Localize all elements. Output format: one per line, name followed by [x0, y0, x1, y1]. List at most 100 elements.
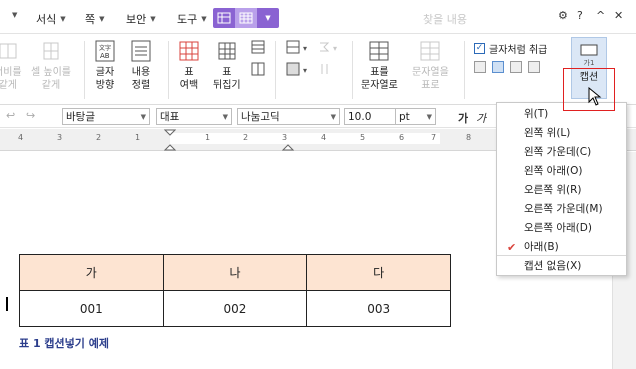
wrap-top-bottom-icon[interactable] — [492, 61, 504, 73]
divider — [352, 41, 353, 99]
menu-item-right-bottom[interactable]: 오른쪽 아래(D) — [497, 219, 626, 238]
help-icon[interactable]: ? — [577, 9, 583, 22]
menu-item-label: 아래(B) — [524, 241, 559, 253]
equal-width-button[interactable]: 너비를 같게 — [0, 39, 22, 92]
menu-item-left-center[interactable]: 왼쪽 가운데(C) — [497, 143, 626, 162]
table-cell[interactable]: 003 — [306, 290, 451, 327]
menu-item-label: 위(T) — [524, 108, 549, 120]
table-tab-dropdown[interactable]: ▼ — [257, 8, 279, 28]
menu-item-right-top[interactable]: 오른쪽 위(R) — [497, 181, 626, 200]
settings-icon[interactable]: ⚙ — [558, 9, 568, 22]
cell-merge-button[interactable]: ▾ — [285, 61, 315, 80]
table-tab-group: ▼ — [213, 8, 279, 28]
menu-label: 보안 — [126, 13, 147, 26]
ruler-number: 2 — [96, 133, 102, 142]
chevron-down-icon: ▼ — [12, 11, 18, 19]
unit-value: pt — [399, 110, 410, 123]
table-flip-icon — [215, 39, 239, 63]
menu-item-right-center[interactable]: 오른쪽 가운데(M) — [497, 200, 626, 219]
svg-text:AB: AB — [100, 52, 110, 60]
caption-icon-text: 가1 — [583, 59, 595, 67]
wrap-front-icon[interactable] — [510, 61, 522, 73]
font-select[interactable]: 나눔고딕 ▼ — [237, 108, 340, 125]
treat-as-char-checkbox[interactable]: ✓ 글자처럼 취급 — [474, 41, 547, 56]
table-cell[interactable]: 002 — [162, 290, 308, 327]
cell-merge-icon: ▾ — [285, 61, 315, 77]
undo-icon[interactable]: ↩ — [6, 109, 15, 122]
table-cell[interactable]: 001 — [19, 290, 164, 327]
menu-label: 도구 — [177, 13, 198, 26]
delete-row-button[interactable] — [250, 61, 266, 80]
font-category-select[interactable]: 대표 ▼ — [156, 108, 232, 125]
menu-item-prev[interactable]: ▼ — [12, 11, 17, 19]
wrap-options — [474, 61, 540, 73]
redo-icon[interactable]: ↪ — [26, 109, 35, 122]
menu-item-label: 오른쪽 아래(D) — [524, 222, 592, 234]
table-caption[interactable]: 표 1 캡션넣기 예제 — [19, 335, 109, 351]
chevron-down-icon: ▼ — [426, 112, 432, 121]
button-label: 내용 — [131, 67, 151, 78]
table-margin-icon — [177, 39, 201, 63]
formula-button[interactable]: ▾ — [316, 39, 346, 58]
wrap-behind-icon[interactable] — [528, 61, 540, 73]
bold-button[interactable]: 가 — [458, 110, 468, 126]
menu-bar: ▼ 서식 ▼ 쪽 ▼ 보안 ▼ 도구 ▼ ▼ 찾을 내용 ⚙ ? ^ ✕ — [0, 0, 636, 34]
ruler-number: 3 — [57, 133, 63, 142]
font-size-input[interactable]: 10.0 — [344, 108, 396, 125]
chevron-down-icon: ▼ — [140, 112, 146, 121]
menu-label: 쪽 — [85, 13, 96, 26]
insert-row-button[interactable] — [250, 39, 266, 58]
menu-item-label: 오른쪽 위(R) — [524, 184, 582, 196]
menu-item-left-bottom[interactable]: 왼쪽 아래(O) — [497, 162, 626, 181]
table-flip-button[interactable]: 표 뒤집기 — [213, 39, 241, 92]
table-cell[interactable]: 다 — [306, 254, 451, 291]
table-margin-button[interactable]: 표 여백 — [177, 39, 201, 92]
cell-split-button[interactable]: ▾ — [285, 39, 315, 58]
button-label: 정렬 — [131, 80, 151, 91]
table-cell[interactable]: 나 — [162, 254, 308, 291]
menu-item-label: 오른쪽 가운데(M) — [524, 203, 603, 215]
text-to-table-button[interactable]: 문자열을 표로 — [412, 39, 449, 92]
menu-item-no-caption[interactable]: 캡션 없음(X) — [497, 257, 626, 276]
text-direction-button[interactable]: 文字 AB 글자 방향 — [93, 39, 117, 92]
table-cell[interactable]: 가 — [19, 254, 164, 291]
document-table[interactable]: 가 나 다 001 002 003 — [19, 254, 451, 327]
mouse-pointer-icon — [588, 87, 602, 106]
font-size-value: 10.0 — [348, 110, 372, 123]
button-label: 같게 — [41, 80, 61, 91]
button-label: 방향 — [95, 80, 115, 91]
chevron-down-icon: ▼ — [330, 112, 336, 121]
button-label: 뒤집기 — [213, 80, 241, 91]
indent-marker-icon[interactable] — [164, 129, 176, 151]
caption-icon — [580, 44, 598, 56]
search-input[interactable]: 찾을 내용 — [423, 11, 467, 27]
menu-item-tools[interactable]: 도구 ▼ — [177, 11, 207, 27]
style-select[interactable]: 바탕글 ▼ — [62, 108, 150, 125]
wrap-square-icon[interactable] — [474, 61, 486, 73]
italic-button[interactable]: 가 — [476, 110, 486, 126]
menu-item-format[interactable]: 서식 ▼ — [36, 11, 66, 27]
divider — [168, 41, 169, 99]
chevron-down-icon: ▼ — [150, 15, 156, 23]
unit-select[interactable]: pt ▼ — [396, 108, 436, 125]
table-layout-tab[interactable] — [235, 8, 257, 28]
text-direction-icon: 文字 AB — [93, 39, 117, 63]
menu-item-left-top[interactable]: 왼쪽 위(L) — [497, 124, 626, 143]
table-design-tab[interactable] — [213, 8, 235, 28]
sort-button[interactable] — [316, 61, 346, 80]
chevron-down-icon: ▼ — [265, 14, 271, 22]
checkbox-label: 글자처럼 취급 — [489, 45, 548, 56]
right-indent-marker-icon[interactable] — [282, 129, 294, 151]
table-to-text-button[interactable]: 표를 문자열로 — [361, 39, 398, 92]
svg-text:▾: ▾ — [333, 44, 337, 53]
menu-divider — [497, 255, 626, 256]
menu-item-page[interactable]: 쪽 ▼ — [85, 11, 105, 27]
collapse-ribbon-icon[interactable]: ^ — [596, 9, 605, 22]
menu-item-security[interactable]: 보안 ▼ — [126, 11, 156, 27]
content-align-button[interactable]: 내용 정렬 — [129, 39, 153, 92]
close-icon[interactable]: ✕ — [614, 9, 623, 22]
insert-row-icon — [250, 39, 266, 55]
equal-height-button[interactable]: 셀 높이를 같게 — [31, 39, 71, 92]
button-label: 표를 — [370, 67, 389, 78]
table-row: 가 나 다 — [19, 254, 451, 291]
